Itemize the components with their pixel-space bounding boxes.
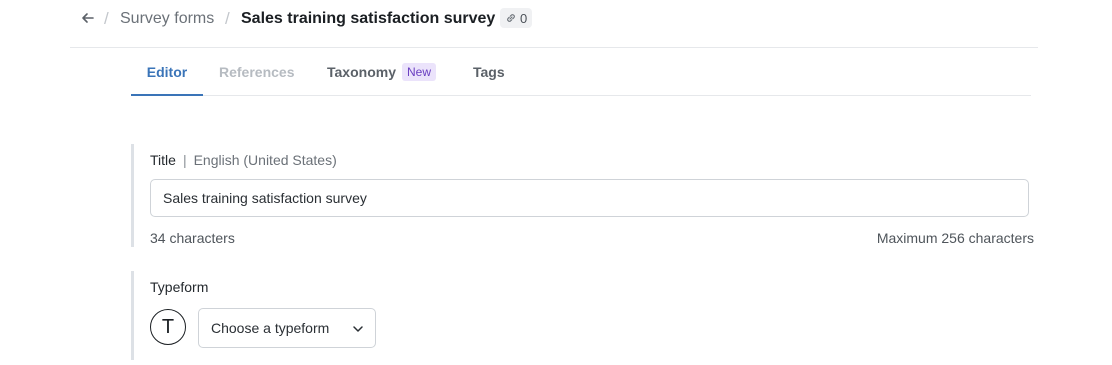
new-badge: New [401,63,436,81]
links-count-badge[interactable]: 0 [500,8,533,28]
typeform-logo-icon: T [150,309,186,345]
typeform-label: Typeform [150,279,209,295]
arrow-left-icon [82,13,94,23]
title-label: Title [150,152,176,168]
tab-editor[interactable]: Editor [131,49,203,96]
locale-label: English (United States) [193,152,337,168]
links-count: 0 [520,10,528,26]
max-characters: Maximum 256 characters [876,230,1034,246]
label-divider: | [182,152,187,168]
link-icon [507,14,515,22]
tab-taxonomy[interactable]: Taxonomy New [327,49,436,95]
back-button[interactable] [78,8,98,28]
typeform-select[interactable]: Choose a typeform [198,308,376,348]
title-field: Title | English (United States) 34 charact… [131,144,1034,247]
breadcrumb-separator: / [225,9,230,28]
tab-taxonomy-label: Taxonomy [327,64,396,80]
title-label-row: Title | English (United States) [150,152,337,168]
tab-bar: Editor References Taxonomy New Tags [131,49,1031,96]
typeform-select-value: Choose a typeform [211,320,330,336]
typeform-logo-letter: T [161,315,175,338]
top-bar: / Survey forms / Sales training satisfac… [70,0,1038,48]
breadcrumb-survey-forms[interactable]: Survey forms [120,10,214,28]
breadcrumb-separator: / [104,9,109,28]
typeform-field: Typeform T Choose a typeform [131,271,1034,360]
tab-tags[interactable]: Tags [473,49,505,95]
chevron-down-icon [353,326,363,332]
tab-references: References [219,64,295,80]
page-title: Sales training satisfaction survey [241,10,496,27]
character-count: 34 characters [150,230,235,246]
title-input[interactable] [150,179,1029,217]
